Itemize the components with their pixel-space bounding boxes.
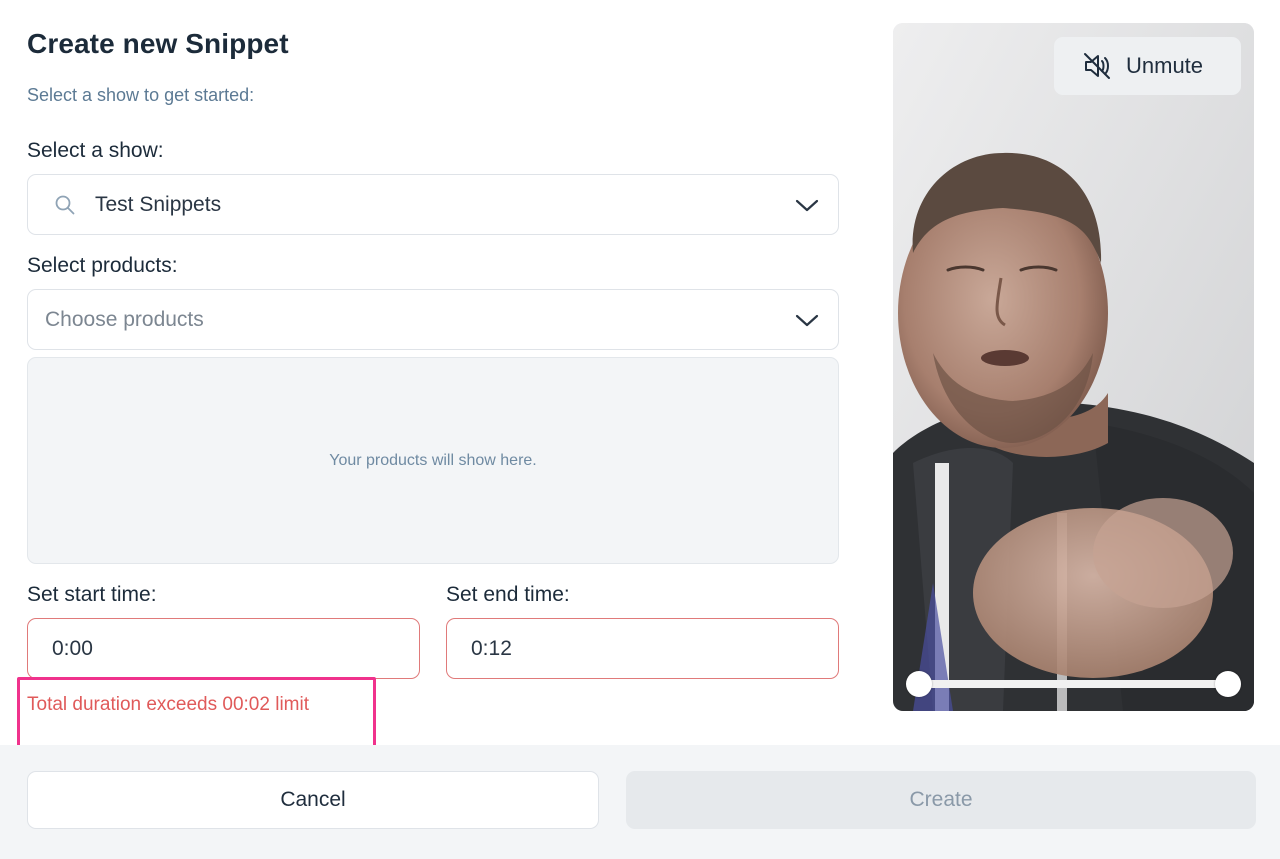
select-products-label: Select products: xyxy=(27,254,178,277)
start-time-label: Set start time: xyxy=(27,583,157,606)
trim-start-handle[interactable] xyxy=(906,671,932,697)
trim-range-track[interactable] xyxy=(919,680,1228,688)
unmute-button[interactable]: Unmute xyxy=(1054,37,1241,95)
create-button[interactable]: Create xyxy=(626,771,1256,829)
create-snippet-modal: Create new Snippet Select a show to get … xyxy=(0,0,1280,859)
modal-subtitle: Select a show to get started: xyxy=(27,85,255,105)
products-empty-text: Your products will show here. xyxy=(329,451,537,469)
cancel-button[interactable]: Cancel xyxy=(27,771,599,829)
chevron-down-icon[interactable] xyxy=(794,307,820,333)
modal-title: Create new Snippet xyxy=(27,28,289,59)
chevron-down-icon[interactable] xyxy=(794,192,820,218)
end-time-label: Set end time: xyxy=(446,583,570,606)
select-products-placeholder: Choose products xyxy=(45,307,204,331)
select-show-label: Select a show: xyxy=(27,139,164,162)
select-products-dropdown[interactable]: Choose products xyxy=(27,289,839,350)
video-preview[interactable]: Unmute xyxy=(893,23,1254,711)
error-highlight-box xyxy=(17,677,376,749)
select-show-value: Test Snippets xyxy=(95,192,222,216)
speaker-muted-icon xyxy=(1082,51,1112,81)
search-icon xyxy=(54,194,76,216)
unmute-label: Unmute xyxy=(1126,53,1204,78)
trim-end-handle[interactable] xyxy=(1215,671,1241,697)
end-time-input[interactable]: 0:12 xyxy=(446,618,839,679)
start-time-input[interactable]: 0:00 xyxy=(27,618,420,679)
products-empty-area: Your products will show here. xyxy=(27,357,839,564)
video-frame-image xyxy=(893,23,1254,711)
select-show-dropdown[interactable]: Test Snippets xyxy=(27,174,839,235)
